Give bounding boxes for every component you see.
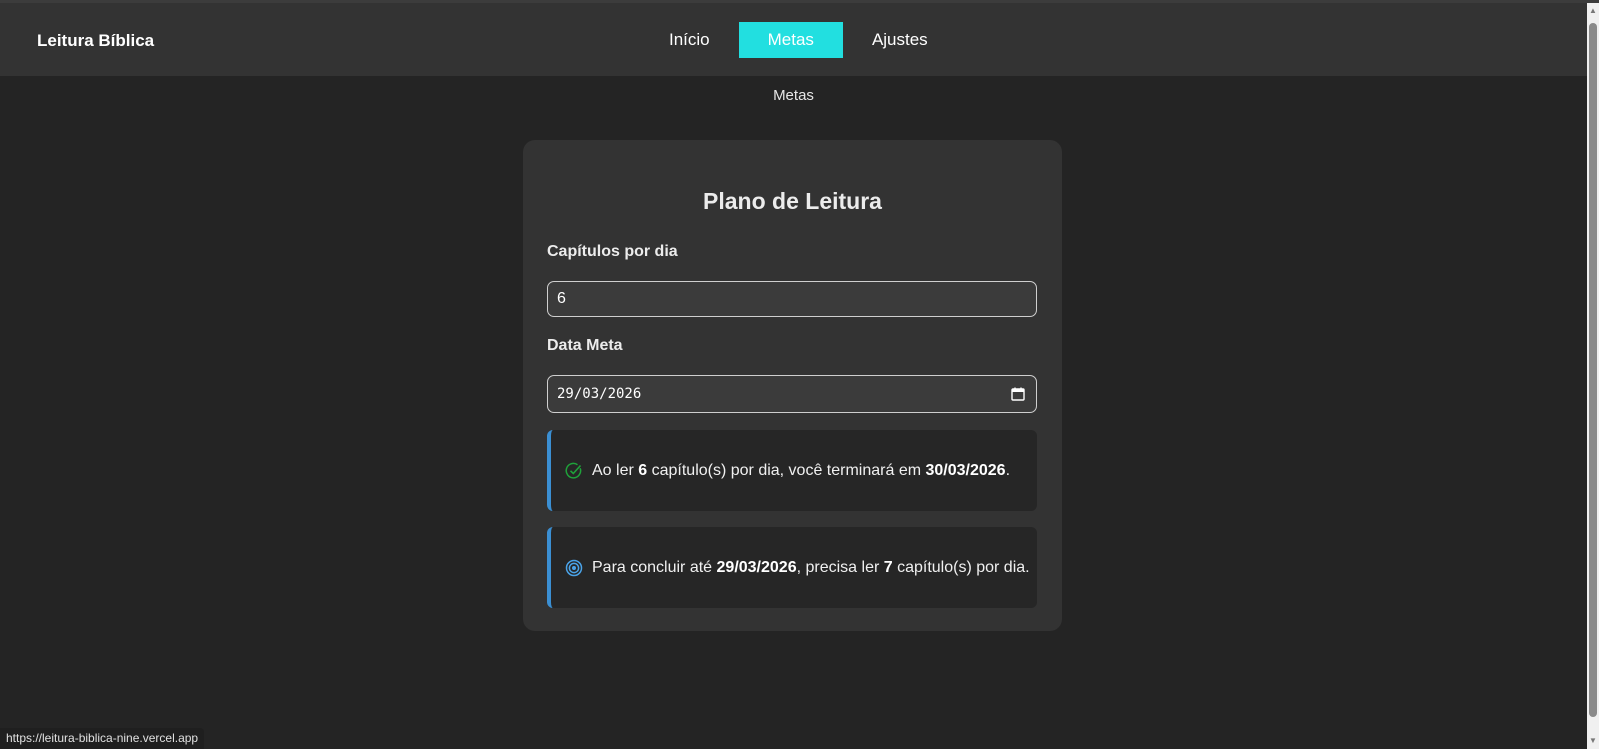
target-requirement-box: Para concluir até 29/03/2026, precisa le… [547, 527, 1037, 608]
nav-ajustes[interactable]: Ajustes [843, 22, 957, 58]
scroll-down-icon[interactable]: ▼ [1589, 737, 1597, 745]
target-requirement-text: Para concluir até 29/03/2026, precisa le… [592, 558, 1030, 576]
nav-inicio[interactable]: Início [640, 22, 739, 58]
vertical-scrollbar[interactable]: ▲ ▼ [1587, 3, 1599, 749]
scrollbar-thumb[interactable] [1589, 23, 1597, 717]
finish-date: 30/03/2026 [925, 461, 1006, 479]
target-date: 29/03/2026 [716, 558, 797, 576]
status-bar-url: https://leitura-biblica-nine.vercel.app [0, 728, 205, 749]
target-date-label: Data Meta [547, 337, 623, 354]
chapters-per-day-label: Capítulos por dia [547, 243, 678, 260]
calendar-icon[interactable] [1011, 387, 1025, 401]
navbar: Leitura Bíblica Início Metas Ajustes [0, 3, 1587, 76]
page-title: Metas [773, 87, 814, 104]
target-date-input[interactable]: 29/03/2026 [547, 375, 1037, 413]
target-date-value: 29/03/2026 [557, 386, 642, 402]
target-icon [565, 559, 583, 577]
check-circle-icon [565, 462, 582, 479]
finish-estimate-text: Ao ler 6 capítulo(s) por dia, você termi… [592, 461, 1011, 479]
finish-estimate-box: Ao ler 6 capítulo(s) por dia, você termi… [547, 430, 1037, 511]
required-chapters: 7 [883, 558, 893, 576]
chapters-per-day-input[interactable]: 6 [547, 281, 1037, 317]
card-title: Plano de Leitura [703, 188, 882, 214]
main-nav: Início Metas Ajustes [640, 22, 957, 58]
chapters-count: 6 [638, 461, 648, 479]
reading-plan-card: Plano de Leitura Capítulos por dia 6 Dat… [523, 140, 1062, 631]
brand-title[interactable]: Leitura Bíblica [37, 31, 154, 51]
nav-metas[interactable]: Metas [738, 22, 843, 58]
scroll-up-icon[interactable]: ▲ [1589, 7, 1597, 15]
